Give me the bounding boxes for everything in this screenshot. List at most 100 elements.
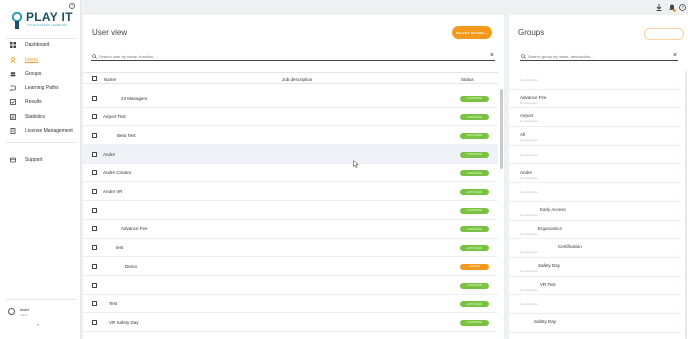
table-row[interactable]: Advance Fire ACTIVATED bbox=[83, 220, 498, 239]
group-row[interactable]: No description › bbox=[509, 71, 681, 90]
column-header-job-description[interactable]: Job description bbox=[282, 77, 312, 82]
row-checkbox[interactable] bbox=[92, 226, 97, 232]
chevron-right-icon[interactable]: › bbox=[675, 154, 676, 159]
sidebar-item-statistics[interactable]: Statistics bbox=[0, 112, 81, 122]
select-action-button[interactable]: SELECT ACTION ⌄ bbox=[452, 26, 492, 39]
sidebar-item-label: Statistics bbox=[25, 114, 46, 120]
row-checkbox[interactable] bbox=[92, 319, 97, 325]
row-checkbox[interactable] bbox=[92, 170, 97, 176]
group-description: No description bbox=[520, 250, 538, 255]
status-badge: ACTIVATED bbox=[460, 189, 489, 195]
row-checkbox[interactable] bbox=[92, 95, 97, 101]
page-title: User view bbox=[92, 28, 128, 37]
add-group-button[interactable] bbox=[644, 28, 684, 40]
search-icon bbox=[521, 53, 526, 59]
user-profile[interactable]: Andre Admin bbox=[7, 306, 77, 320]
table-row[interactable]: ACTIVATED bbox=[83, 201, 498, 220]
user-search: × bbox=[91, 52, 495, 61]
group-name: Airport bbox=[520, 113, 534, 119]
logo[interactable]: PLAY IT YOUR EXPERT LEARNING bbox=[11, 11, 73, 31]
results-icon bbox=[10, 99, 16, 105]
row-checkbox[interactable] bbox=[92, 151, 97, 157]
svg-text:?: ? bbox=[681, 5, 684, 10]
chevron-right-icon[interactable]: › bbox=[675, 79, 676, 84]
column-header-name[interactable]: Name bbox=[104, 77, 116, 82]
sidebar-item-results[interactable]: Results bbox=[0, 97, 81, 107]
group-row[interactable]: VR Test No description › bbox=[509, 277, 681, 296]
group-row[interactable]: Advance Fire No description › bbox=[509, 90, 681, 109]
collapse-sidebar-button[interactable]: « bbox=[37, 322, 39, 327]
row-checkbox[interactable] bbox=[92, 301, 97, 307]
chevron-right-icon[interactable]: › bbox=[675, 247, 676, 252]
sidebar-item-label: Results bbox=[25, 99, 42, 105]
group-row[interactable]: Early Access No description › bbox=[509, 202, 681, 221]
scrollbar[interactable] bbox=[685, 71, 687, 339]
sidebar-item-groups[interactable]: Groups bbox=[0, 69, 81, 79]
help-icon[interactable]: ? bbox=[69, 3, 75, 9]
table-row[interactable]: Demo INVITED bbox=[83, 257, 498, 276]
chevron-right-icon[interactable]: › bbox=[675, 285, 676, 290]
chevron-right-icon[interactable]: › bbox=[675, 303, 676, 308]
group-row[interactable]: All No description › bbox=[509, 127, 681, 146]
group-row[interactable]: Safety Day No description › bbox=[509, 258, 681, 277]
user-search-input[interactable] bbox=[99, 52, 483, 60]
chevron-right-icon[interactable]: › bbox=[675, 98, 676, 103]
select-all-checkbox[interactable] bbox=[92, 76, 97, 81]
clear-search-icon[interactable]: × bbox=[673, 52, 677, 60]
group-search-input[interactable] bbox=[528, 52, 666, 60]
sidebar-item-label: License Management bbox=[25, 128, 73, 134]
table-row[interactable]: Andre Creator ACTIVATED bbox=[83, 164, 498, 183]
group-row[interactable]: No description › bbox=[509, 295, 681, 315]
clear-search-icon[interactable]: × bbox=[490, 52, 494, 60]
table-row[interactable]: Andre VR ACTIVATED bbox=[83, 183, 498, 202]
column-header-status[interactable]: Status bbox=[461, 77, 474, 82]
groups-panel: Groups × No description›Advance FireNo d… bbox=[509, 15, 688, 339]
chevron-right-icon[interactable]: › bbox=[675, 116, 676, 121]
group-row[interactable]: Safety Day › bbox=[509, 314, 681, 333]
sidebar-item-support[interactable]: Support bbox=[0, 155, 81, 165]
group-name: Ergonomics bbox=[538, 225, 562, 231]
row-checkbox[interactable] bbox=[92, 263, 97, 269]
group-name: Advance Fire bbox=[520, 94, 547, 100]
group-description: No description bbox=[520, 138, 538, 143]
download-icon[interactable] bbox=[655, 4, 662, 11]
group-row[interactable]: Airport No description › bbox=[509, 108, 681, 128]
table-row[interactable]: Beta Test ACTIVATED bbox=[83, 126, 498, 146]
group-search: × bbox=[520, 52, 678, 61]
table-row[interactable]: test ACTIVATED bbox=[83, 239, 498, 258]
row-checkbox[interactable] bbox=[92, 207, 97, 213]
chevron-right-icon[interactable]: › bbox=[675, 191, 676, 196]
table-row[interactable]: ACTIVATED bbox=[83, 276, 498, 295]
chevron-right-icon[interactable]: › bbox=[675, 173, 676, 178]
group-row[interactable]: Ergonomics No description › bbox=[509, 221, 681, 240]
chevron-right-icon[interactable]: › bbox=[675, 229, 676, 234]
group-row[interactable]: No description › bbox=[509, 183, 681, 202]
chevron-right-icon[interactable]: › bbox=[675, 135, 676, 140]
row-checkbox[interactable] bbox=[92, 282, 97, 288]
table-row[interactable]: 23 Managers ACTIVATED bbox=[83, 89, 498, 108]
row-checkbox[interactable] bbox=[92, 114, 97, 120]
sidebar-item-users[interactable]: Users bbox=[0, 55, 81, 65]
group-description: No description bbox=[520, 231, 538, 236]
table-row[interactable]: Andre ACTIVATED bbox=[83, 145, 498, 164]
help-icon[interactable]: ? bbox=[679, 4, 686, 11]
group-row[interactable]: Certification No description › bbox=[509, 239, 681, 258]
chevron-right-icon[interactable]: › bbox=[675, 266, 676, 271]
table-row[interactable]: Airport Test ACTIVATED bbox=[83, 108, 498, 127]
scrollbar[interactable] bbox=[500, 89, 503, 169]
row-checkbox[interactable] bbox=[92, 132, 97, 138]
sidebar-item-dashboard[interactable]: Dashboard bbox=[0, 40, 81, 50]
group-row[interactable]: Andre No description › bbox=[509, 165, 681, 184]
table-row[interactable]: Test ACTIVATED bbox=[83, 295, 498, 314]
groups-title: Groups bbox=[518, 28, 545, 37]
row-checkbox[interactable] bbox=[92, 189, 97, 194]
chevron-right-icon[interactable]: › bbox=[675, 210, 676, 215]
sidebar-item-learning-paths[interactable]: Learning Paths bbox=[0, 83, 81, 93]
sidebar-item-license-management[interactable]: License Management bbox=[0, 126, 81, 136]
chevron-right-icon[interactable]: › bbox=[675, 322, 676, 327]
notifications-icon[interactable] bbox=[668, 4, 676, 12]
group-description: No description bbox=[520, 152, 538, 157]
table-row[interactable]: VR Safety Day ACTIVATED bbox=[83, 313, 498, 333]
row-checkbox[interactable] bbox=[92, 245, 97, 251]
group-row[interactable]: No description › bbox=[509, 146, 681, 165]
